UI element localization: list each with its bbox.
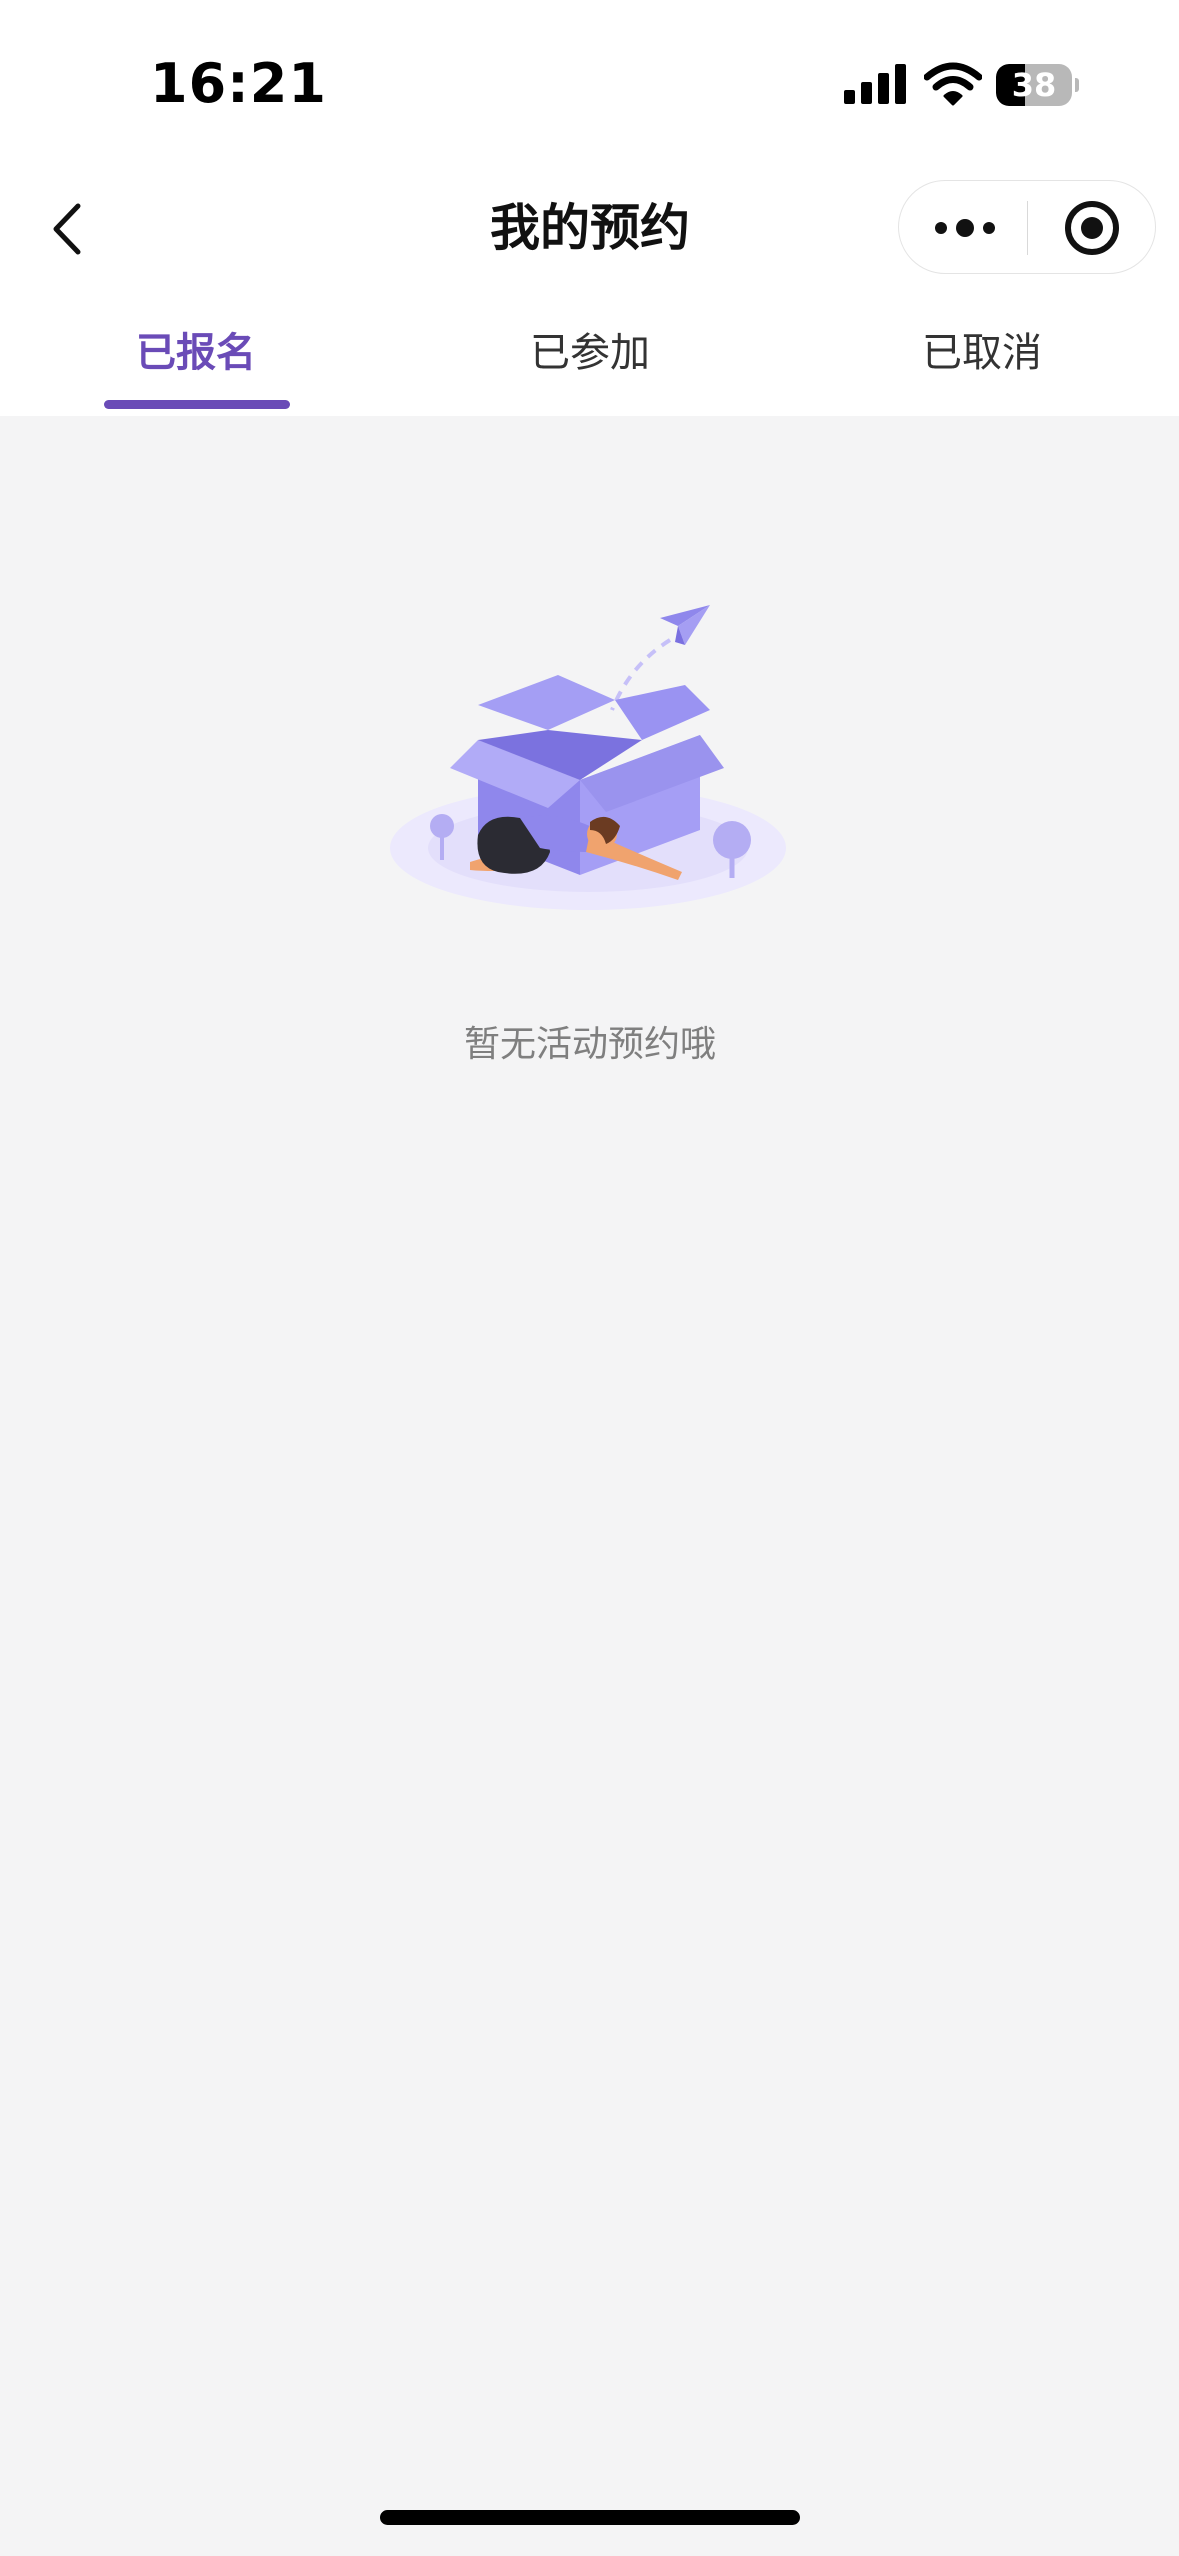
- more-dots-icon[interactable]: [929, 193, 1001, 263]
- battery-icon: 38: [996, 64, 1079, 106]
- tab-attended[interactable]: 已参加: [460, 318, 720, 388]
- home-indicator: [380, 2510, 800, 2525]
- empty-box-illustration: [390, 605, 786, 910]
- page-title: 我的预约: [490, 199, 690, 257]
- tab-cancelled[interactable]: 已取消: [852, 318, 1112, 388]
- empty-state-message: 暂无活动预约哦: [463, 1024, 716, 1065]
- status-time: 16:21: [150, 52, 327, 115]
- wifi-icon: [924, 62, 982, 106]
- tab-registered[interactable]: 已报名: [66, 318, 326, 388]
- capsule-divider: [1027, 201, 1028, 255]
- battery-level: 38: [1011, 66, 1057, 104]
- target-close-icon[interactable]: [1057, 193, 1127, 263]
- chevron-left-icon: [53, 203, 81, 255]
- active-tab-indicator: [104, 400, 290, 409]
- back-button[interactable]: [30, 184, 110, 274]
- mini-program-capsule: [898, 180, 1156, 274]
- signal-icon: [844, 64, 906, 104]
